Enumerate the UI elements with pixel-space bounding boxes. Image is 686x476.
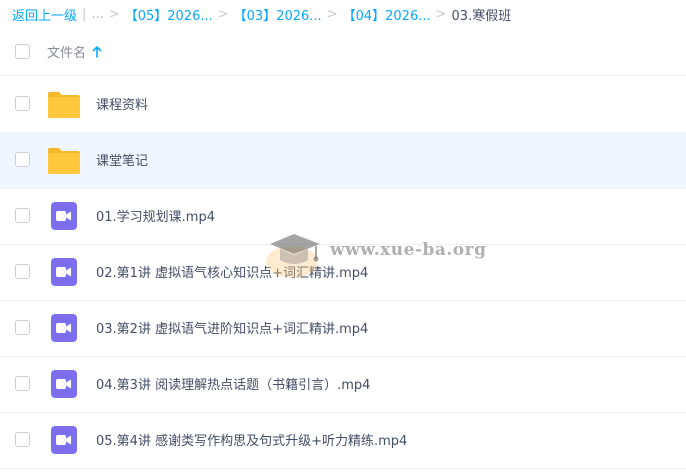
file-name[interactable]: 01.学习规划课.mp4 <box>96 206 215 225</box>
file-row[interactable]: 03.第2讲 虚拟语气进阶知识点+词汇精讲.mp4 <box>0 300 686 357</box>
folder-icon <box>48 92 80 118</box>
row-checkbox[interactable] <box>15 152 30 167</box>
file-row[interactable]: 04.第3讲 阅读理解热点话题（书籍引言）.mp4 <box>0 356 686 413</box>
file-row[interactable]: 课堂笔记 <box>0 132 686 189</box>
breadcrumb-separator: > <box>435 6 447 22</box>
breadcrumb-divider: | <box>82 6 87 22</box>
file-row[interactable]: 课程资料 <box>0 76 686 133</box>
graduation-cap-icon <box>266 234 320 278</box>
filename-column-label: 文件名 <box>47 46 87 61</box>
watermark: www.xue-ba.org <box>262 222 492 284</box>
file-name[interactable]: 课程资料 <box>96 94 148 113</box>
breadcrumb-separator: > <box>108 6 120 22</box>
row-checkbox[interactable] <box>15 264 30 279</box>
row-checkbox[interactable] <box>15 208 30 223</box>
file-name[interactable]: 课堂笔记 <box>96 150 148 169</box>
file-row[interactable]: 05.第4讲 感谢类写作构思及句式升级+听力精练.mp4 <box>0 412 686 469</box>
breadcrumb: 返回上一级 | ... > 【05】2026... > 【03】2026... … <box>12 4 511 24</box>
breadcrumb-separator: > <box>326 6 338 22</box>
breadcrumb-item[interactable]: 【05】2026... <box>125 5 213 24</box>
video-file-icon <box>51 370 77 398</box>
file-name[interactable]: 03.第2讲 虚拟语气进阶知识点+词汇精讲.mp4 <box>96 318 368 337</box>
breadcrumb-separator: > <box>217 6 229 22</box>
video-file-icon <box>51 258 77 286</box>
breadcrumb-current: 03.寒假班 <box>451 8 512 24</box>
select-all-checkbox[interactable] <box>15 44 30 59</box>
file-name[interactable]: 04.第3讲 阅读理解热点话题（书籍引言）.mp4 <box>96 374 370 393</box>
sort-ascending-icon[interactable] <box>92 45 102 58</box>
row-checkbox[interactable] <box>15 320 30 335</box>
breadcrumb-item[interactable]: 【04】2026... <box>343 5 431 24</box>
file-list-header: 文件名 <box>0 28 686 76</box>
video-file-icon <box>51 314 77 342</box>
file-name[interactable]: 05.第4讲 感谢类写作构思及句式升级+听力精练.mp4 <box>96 430 407 449</box>
breadcrumb-ellipsis[interactable]: ... <box>91 7 103 22</box>
row-checkbox[interactable] <box>15 376 30 391</box>
row-checkbox[interactable] <box>15 432 30 447</box>
watermark-text: www.xue-ba.org <box>330 240 487 260</box>
video-file-icon <box>51 426 77 454</box>
video-file-icon <box>51 202 77 230</box>
breadcrumb-item[interactable]: 【03】2026... <box>234 5 322 24</box>
row-checkbox[interactable] <box>15 96 30 111</box>
back-link[interactable]: 返回上一级 <box>12 5 77 24</box>
folder-icon <box>48 148 80 174</box>
filename-column-header[interactable]: 文件名 <box>47 42 102 61</box>
